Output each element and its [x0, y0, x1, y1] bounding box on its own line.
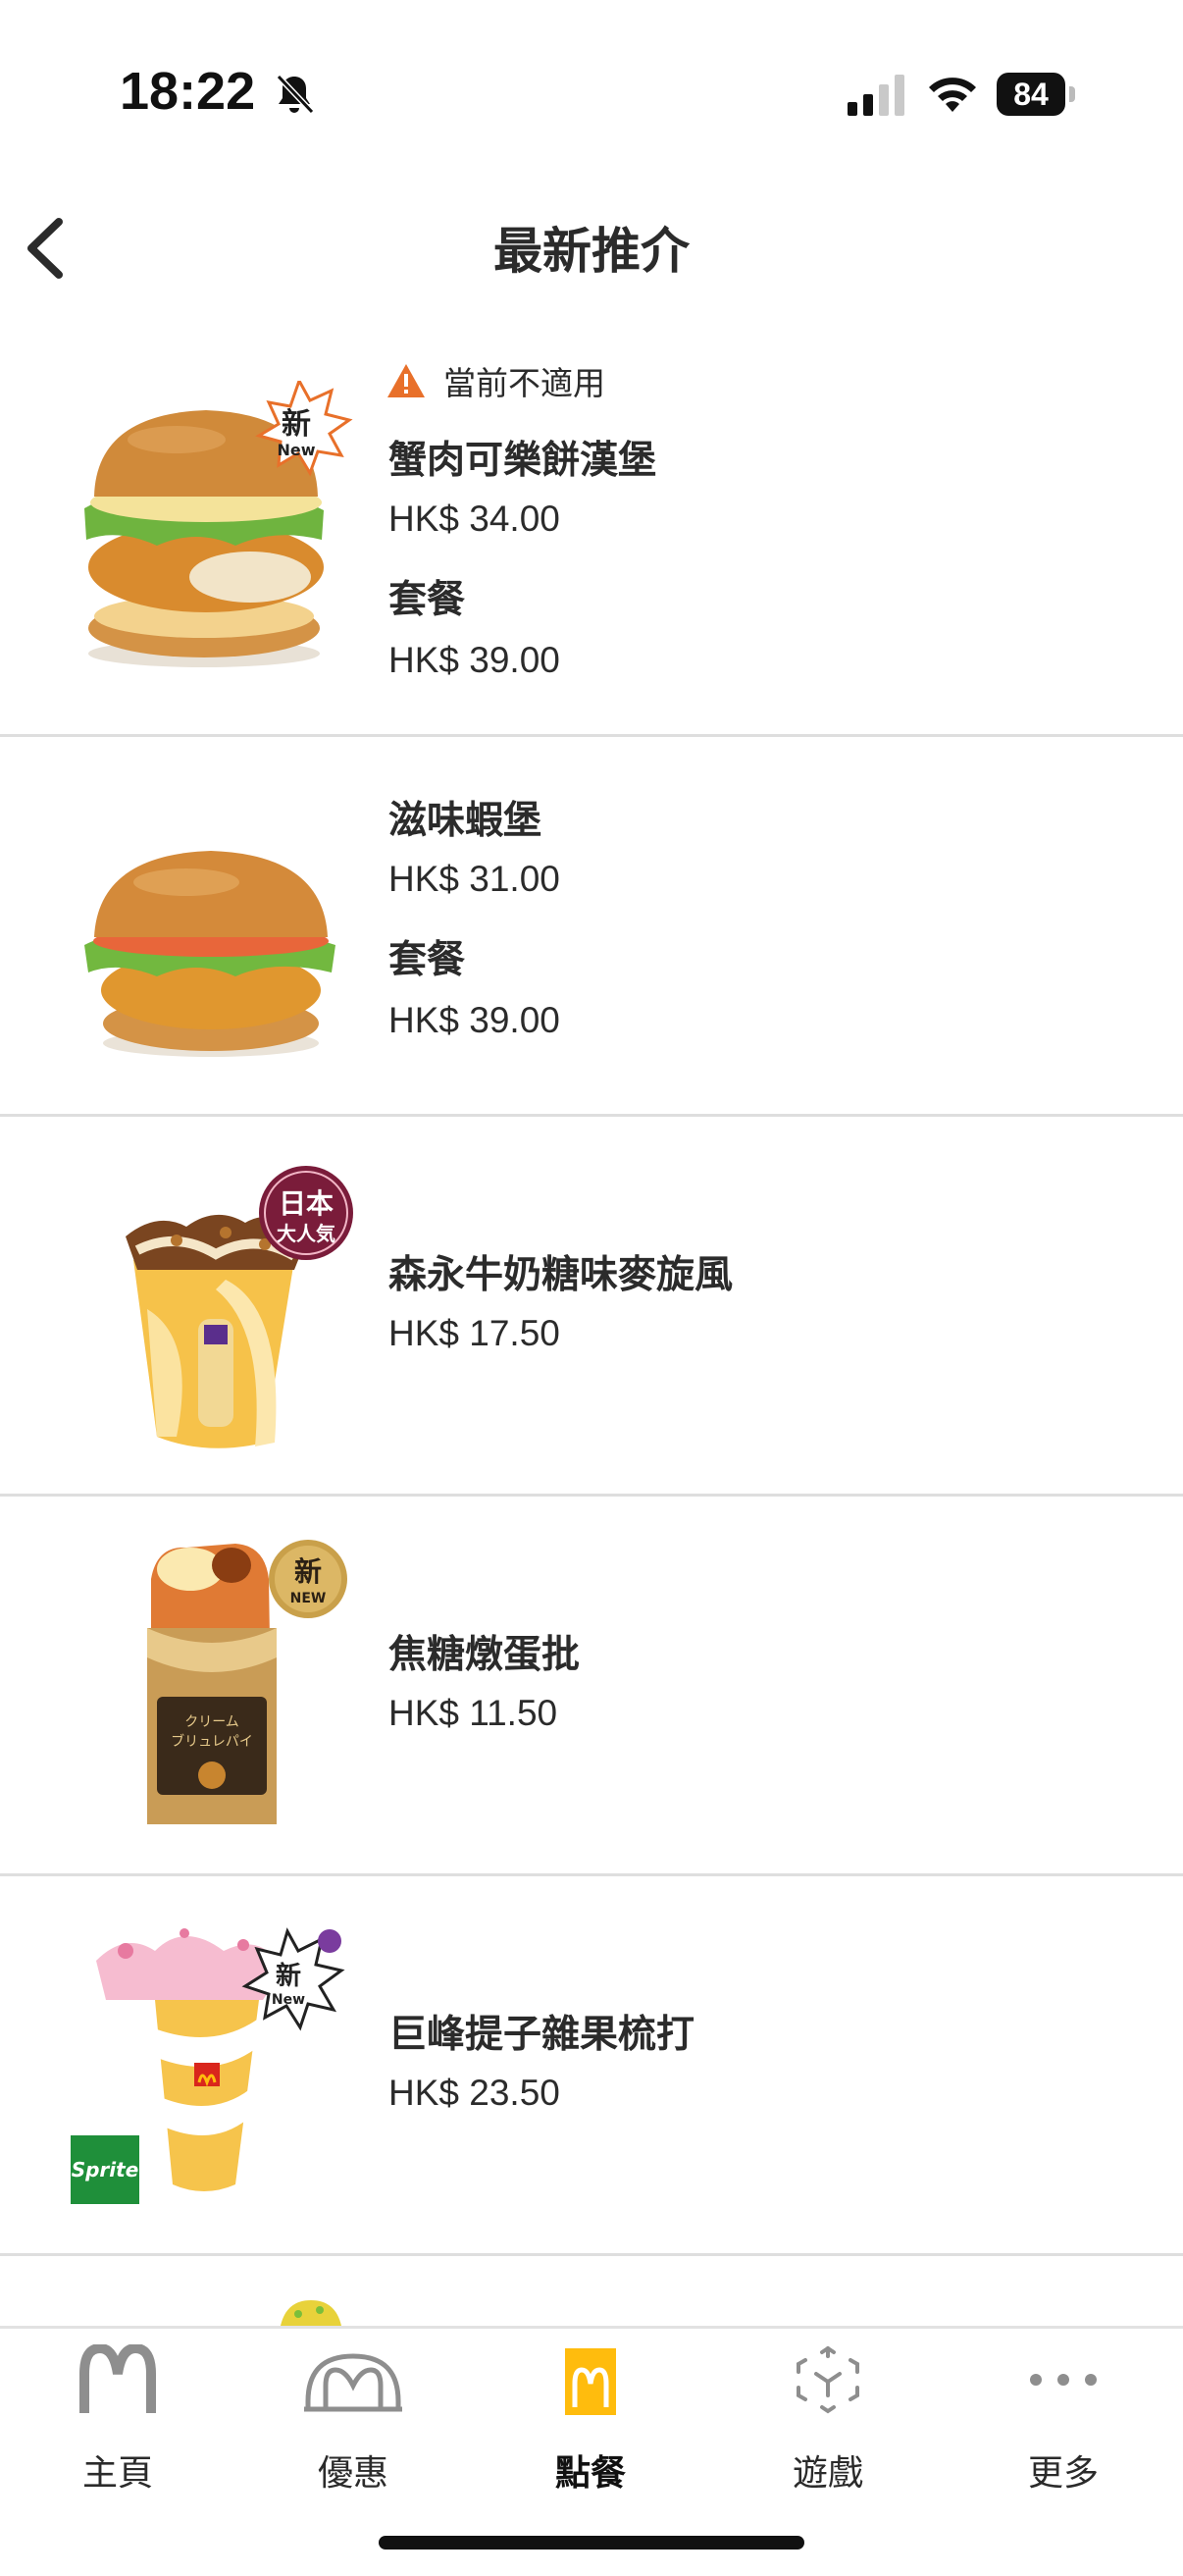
svg-text:新: 新 — [282, 407, 311, 442]
svg-text:New: New — [277, 441, 315, 459]
svg-text:Sprite: Sprite — [72, 2158, 139, 2182]
item-price: HK$ 23.50 — [388, 2073, 560, 2113]
set-meal-price: HK$ 39.00 — [388, 640, 560, 680]
silent-bell-icon — [276, 74, 315, 115]
set-meal-label: 套餐 — [388, 578, 466, 622]
tab-label: 優惠 — [317, 2453, 388, 2494]
svg-text:新: 新 — [276, 1961, 301, 1991]
mcflurry-image: 日本 大人気 — [126, 1166, 353, 1448]
item-price: HK$ 31.00 — [388, 859, 560, 899]
cellular-signal-icon — [848, 75, 904, 116]
item-name: 巨峰提子雜果梳打 — [388, 2013, 695, 2057]
battery-level: 84 — [997, 73, 1065, 116]
wifi-icon — [929, 78, 976, 112]
divider — [0, 2253, 1183, 2256]
order-fries-icon — [565, 2348, 616, 2415]
offers-arch-icon — [304, 2353, 402, 2412]
svg-text:日本: 日本 — [279, 1187, 334, 1220]
menu-item-mcflurry[interactable]: 日本 大人気 森永牛奶糖味麥旋風 HK$ 17.50 — [0, 1117, 1183, 1495]
next-item-image-partial — [281, 2300, 341, 2326]
menu-item-shrimp-burger[interactable]: 滋味蝦堡 HK$ 31.00 套餐 HK$ 39.00 — [0, 737, 1183, 1115]
set-meal-label: 套餐 — [388, 938, 466, 982]
tab-label: 更多 — [1027, 2453, 1099, 2494]
tab-order[interactable]: 點餐 — [473, 2329, 708, 2505]
item-name: 森永牛奶糖味麥旋風 — [388, 1253, 734, 1297]
set-meal-price: HK$ 39.00 — [388, 1000, 560, 1040]
item-price: HK$ 17.50 — [388, 1313, 560, 1353]
grape-soda-image: Sprite 新 New — [71, 1927, 345, 2204]
svg-text:New: New — [272, 1992, 305, 2008]
tab-more[interactable]: 更多 — [946, 2329, 1181, 2505]
page-title: 最新推介 — [493, 223, 690, 280]
battery-indicator: 84 — [997, 73, 1077, 116]
menu-item-grape-fruit-soda[interactable]: Sprite 新 New 巨峰提子雜果梳打 HK$ 23.50 — [0, 1876, 1183, 2254]
availability-notice: 當前不適用 — [386, 357, 605, 404]
creme-brulee-pie-image: クリーム ブリュレパイ 新 NEW — [147, 1540, 347, 1824]
svg-text:ブリュレパイ: ブリュレパイ — [171, 1733, 253, 1750]
item-price: HK$ 34.00 — [388, 499, 560, 539]
tab-home[interactable]: 主頁 — [0, 2329, 235, 2505]
item-name: 蟹肉可樂餅漢堡 — [388, 439, 657, 483]
status-time: 18:22 — [120, 62, 256, 121]
menu-item-creme-brulee-pie[interactable]: クリーム ブリュレパイ 新 NEW 焦糖燉蛋批 HK$ 11.50 — [0, 1497, 1183, 1874]
more-dots-icon — [1030, 2374, 1097, 2386]
mcdonalds-arches-icon — [79, 2344, 156, 2413]
tab-games[interactable]: 遊戲 — [710, 2329, 946, 2505]
home-indicator[interactable] — [379, 2536, 804, 2550]
tab-offers[interactable]: 優惠 — [235, 2329, 471, 2505]
tab-label: 主頁 — [81, 2453, 153, 2494]
games-cube-icon — [797, 2345, 859, 2414]
tab-label: 遊戲 — [792, 2453, 863, 2494]
svg-text:大人気: 大人気 — [277, 1222, 335, 1245]
menu-item-crab-croquette-burger[interactable]: 新 New 當前不適用 蟹肉可樂餅漢堡 HK$ 34.00 套餐 HK$ 39.… — [0, 334, 1183, 736]
tab-label: 點餐 — [554, 2453, 626, 2494]
crab-croquette-burger-image: 新 New — [84, 381, 353, 667]
svg-text:NEW: NEW — [290, 1591, 327, 1606]
shrimp-burger-image — [84, 851, 335, 1057]
item-price: HK$ 11.50 — [388, 1693, 558, 1733]
status-bar: 18:22 84 — [0, 0, 1183, 186]
item-name: 滋味蝦堡 — [388, 799, 542, 843]
notice-text: 當前不適用 — [443, 364, 605, 402]
item-name: 焦糖燉蛋批 — [388, 1633, 581, 1677]
warning-icon — [387, 364, 425, 397]
svg-text:クリーム: クリーム — [184, 1714, 239, 1730]
svg-text:新: 新 — [294, 1555, 322, 1588]
